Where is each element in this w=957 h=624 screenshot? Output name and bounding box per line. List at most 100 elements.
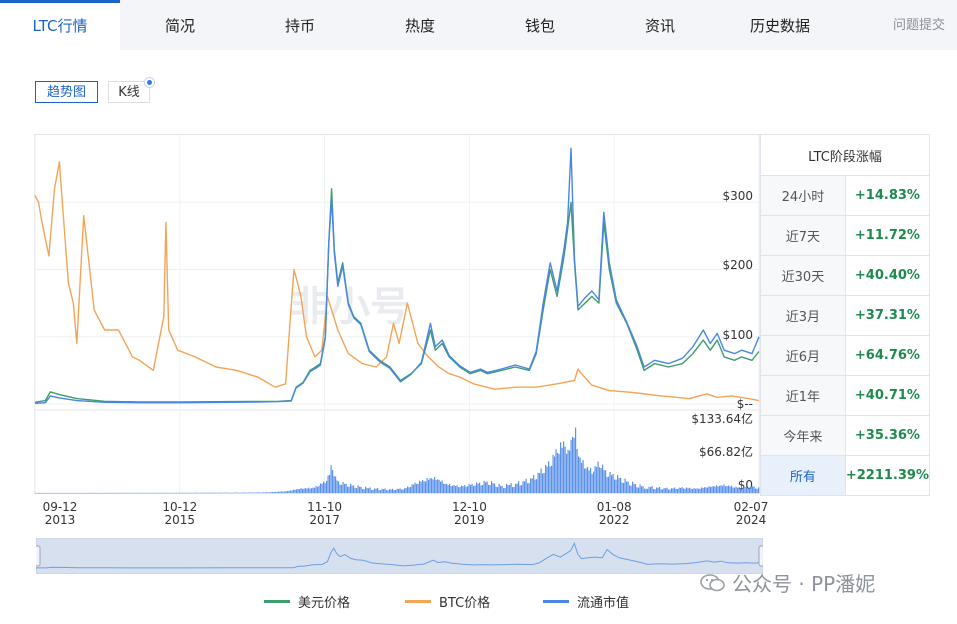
volume-bar: [104, 492, 106, 494]
volume-bar: [482, 484, 484, 493]
legend-btc-price[interactable]: BTC价格: [405, 592, 490, 611]
x-tick-date: 02-07: [734, 500, 769, 514]
volume-bar: [702, 487, 704, 493]
x-tick-date: 12-10: [452, 500, 487, 514]
volume-bar: [200, 492, 202, 494]
volume-bar: [345, 483, 347, 493]
volume-bar: [411, 484, 413, 493]
volume-bar: [213, 492, 215, 494]
volume-bar: [72, 492, 74, 494]
volume-bar: [132, 492, 134, 494]
volume-bar: [267, 492, 269, 493]
volume-bar: [350, 483, 352, 493]
volume-bar: [135, 492, 137, 494]
volume-bar: [237, 492, 239, 494]
change-cell: +64.76%: [844, 335, 931, 376]
volume-bar: [48, 492, 50, 494]
volume-bar: [719, 485, 721, 493]
legend-market-cap[interactable]: 流通市值: [543, 592, 629, 611]
volume-bar: [471, 483, 473, 493]
navigator-window[interactable]: [36, 538, 763, 574]
volume-bar: [152, 492, 154, 494]
volume-bar: [105, 492, 107, 494]
x-tick-date: 10-12: [162, 500, 197, 514]
volume-bar: [218, 492, 220, 494]
volume-bar: [515, 483, 517, 493]
series-line-1[interactable]: [34, 161, 760, 402]
volume-bar: [408, 487, 410, 493]
volume-bar: [755, 488, 757, 493]
volume-bar: [542, 473, 544, 493]
legend-label: 流通市值: [577, 596, 630, 611]
volume-bar: [198, 492, 200, 494]
volume-bar: [698, 488, 700, 493]
volume-bar: [579, 457, 581, 493]
volume-bar: [581, 463, 583, 493]
volume-bar: [399, 488, 401, 493]
volume-bar: [590, 467, 592, 493]
volume-bar: [620, 477, 622, 493]
volume-bar: [611, 475, 613, 493]
range-navigator[interactable]: [36, 538, 763, 574]
volume-bar: [50, 492, 52, 494]
volume-bar: [617, 474, 619, 493]
volume-bar: [369, 487, 371, 493]
volume-bar: [147, 492, 149, 494]
volume-bar: [141, 492, 143, 494]
brand-text: 公众号 · PP潘妮: [732, 572, 876, 596]
volume-bar: [63, 492, 65, 494]
series-line-2[interactable]: [34, 147, 760, 404]
x-tick-date: 11-10: [307, 500, 342, 514]
change-cell: +14.83%: [844, 175, 931, 216]
volume-bar: [650, 487, 652, 493]
volume-bar: [567, 449, 569, 493]
volume-bar: [176, 492, 178, 494]
volume-bar: [752, 486, 754, 493]
period-cell[interactable]: 近7天: [760, 215, 846, 256]
volume-bar: [441, 480, 443, 493]
volume-bar: [314, 487, 316, 493]
period-cell[interactable]: 近3月: [760, 295, 846, 336]
volume-bar: [153, 492, 155, 494]
period-cell[interactable]: 近6月: [760, 335, 846, 376]
volume-bar: [186, 492, 188, 494]
legend-swatch: [264, 600, 290, 603]
volume-bar: [653, 489, 655, 493]
volume-bar: [597, 461, 599, 493]
volume-bar: [489, 485, 491, 493]
volume-bar: [566, 453, 568, 493]
period-cell[interactable]: 近30天: [760, 255, 846, 296]
volume-bar: [303, 488, 305, 493]
volume-bar: [437, 479, 439, 493]
volume-bar: [413, 484, 415, 493]
volume-bar: [513, 486, 515, 493]
volume-bar: [609, 471, 611, 493]
navigator-left-handle[interactable]: [36, 545, 41, 567]
volume-bar: [41, 492, 43, 494]
volume-bar: [387, 490, 389, 493]
period-cell[interactable]: 近1年: [760, 375, 846, 416]
volume-bar: [540, 468, 542, 493]
volume-bar: [347, 486, 349, 493]
volume-bar: [528, 483, 530, 493]
volume-bar: [254, 492, 256, 494]
period-cell[interactable]: 24小时: [760, 175, 846, 216]
volume-tick-label: $133.64亿: [691, 411, 753, 426]
legend-usd-price[interactable]: 美元价格: [264, 592, 350, 611]
period-cell-selected[interactable]: 所有: [760, 455, 846, 496]
volume-bar: [456, 485, 458, 493]
volume-bar: [434, 477, 436, 493]
period-cell[interactable]: 今年来: [760, 415, 846, 456]
volume-bar: [212, 492, 214, 494]
volume-bar: [156, 492, 158, 494]
volume-bar: [708, 486, 710, 493]
volume-bar: [629, 485, 631, 493]
volume-bar: [618, 478, 620, 493]
navigator-right-handle[interactable]: [758, 545, 763, 567]
volume-bar: [615, 479, 617, 493]
volume-bar: [62, 492, 64, 494]
volume-bar: [68, 492, 70, 494]
volume-bar: [746, 486, 748, 493]
volume-bar: [245, 492, 247, 494]
volume-bar: [210, 492, 212, 494]
